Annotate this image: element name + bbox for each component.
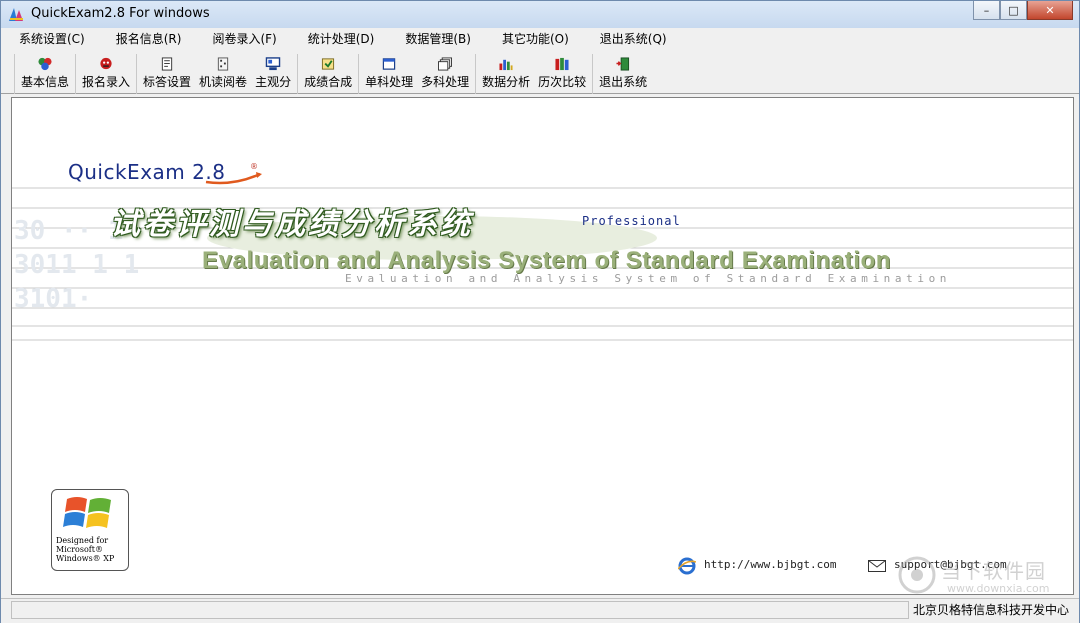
xp-badge-line3: Windows® XP <box>56 554 115 563</box>
books-compare-icon <box>555 57 569 71</box>
watermark-url: www.downxia.com <box>947 582 1050 595</box>
multi-subject-label: 多科处理 <box>421 75 470 89</box>
decorative-digits-2: 3011 1 1 <box>14 250 140 280</box>
xp-badge-line2: Microsoft® <box>56 545 103 554</box>
menu-grading-entry[interactable]: 阅卷录入(F) <box>194 28 289 51</box>
toolbar-group-exit: 退出系统 <box>592 54 653 94</box>
machine-grading-button[interactable]: 机读阅卷 <box>195 54 251 90</box>
menu-other-functions[interactable]: 其它功能(O) <box>484 28 582 51</box>
registration-icon <box>100 57 112 70</box>
menu-exit-system[interactable]: 退出系统(Q) <box>582 28 680 51</box>
app-logo-icon <box>9 8 23 21</box>
toolbar-group-processing: 单科处理 多科处理 <box>358 54 475 94</box>
window-title: QuickExam2.8 For windows <box>31 6 210 21</box>
multi-subject-icon <box>438 57 453 71</box>
menu-registration-info[interactable]: 报名信息(R) <box>98 28 195 51</box>
english-title: Evaluation and Analysis System of Standa… <box>202 247 892 274</box>
decorative-digits-3: 3101· <box>14 284 93 314</box>
watermark-name: 当下软件园 <box>941 559 1046 583</box>
title-bar[interactable]: QuickExam2.8 For windows – □ ✕ <box>1 1 1079 29</box>
maximize-button[interactable]: □ <box>1000 1 1027 20</box>
score-merge-label: 成绩合成 <box>304 75 353 89</box>
toolbar-group-registration: 报名录入 <box>75 54 136 94</box>
single-subject-button[interactable]: 单科处理 <box>361 54 417 90</box>
data-analysis-button[interactable]: 数据分析 <box>478 54 534 90</box>
windows-flag-icon <box>63 497 111 528</box>
machine-grading-icon <box>217 57 229 71</box>
single-subject-label: 单科处理 <box>365 75 414 89</box>
chinese-title: 试卷评测与成绩分析系统 <box>110 207 473 242</box>
subjective-score-icon <box>265 57 281 71</box>
xp-badge-line1: Designed for <box>56 536 109 545</box>
english-subtitle: Evaluation and Analysis System of Standa… <box>345 272 952 285</box>
bar-chart-icon <box>499 59 513 71</box>
exit-system-button[interactable]: 退出系统 <box>595 54 651 90</box>
registration-label: 报名录入 <box>82 75 131 89</box>
splash-panel: 30 ·· 1 3011 1 1 3101· QuickExam 2.8 ® 试… <box>11 97 1074 595</box>
internet-explorer-icon <box>678 557 696 575</box>
history-compare-button[interactable]: 历次比较 <box>534 54 590 90</box>
exit-system-label: 退出系统 <box>599 75 648 89</box>
machine-grading-label: 机读阅卷 <box>199 75 248 89</box>
brand-swoosh-icon <box>205 172 262 185</box>
basic-info-icon <box>38 57 52 71</box>
basic-info-button[interactable]: 基本信息 <box>17 54 73 90</box>
history-compare-label: 历次比较 <box>538 75 587 89</box>
subjective-score-label: 主观分 <box>255 75 292 89</box>
watermark-logo-icon <box>898 556 936 594</box>
toolbar: 基本信息 报名录入 标答设置 机读阅卷 主观分 成绩合成 单科处理 多科处理 数… <box>1 51 1079 94</box>
toolbar-group-grading: 标答设置 机读阅卷 主观分 <box>136 54 297 94</box>
toolbar-group-info: 基本信息 <box>14 54 75 94</box>
company-name: 北京贝格特信息科技开发中心 <box>912 603 1069 617</box>
close-button[interactable]: ✕ <box>1027 1 1073 20</box>
score-merge-icon <box>322 58 335 70</box>
menu-data-management[interactable]: 数据管理(B) <box>387 28 484 51</box>
toolbar-group-merge: 成绩合成 <box>297 54 358 94</box>
multi-subject-button[interactable]: 多科处理 <box>417 54 473 90</box>
xp-badge-text: Designed for Microsoft® Windows® XP <box>56 536 126 563</box>
data-analysis-label: 数据分析 <box>482 75 531 89</box>
main-window: QuickExam2.8 For windows – □ ✕ 系统设置(C) 报… <box>0 0 1080 623</box>
site-watermark: 当下软件园 www.downxia.com <box>897 553 1067 595</box>
toolbar-group-analysis: 数据分析 历次比较 <box>475 54 592 94</box>
status-message-panel <box>11 601 909 619</box>
answer-key-label: 标答设置 <box>143 75 192 89</box>
minimize-button[interactable]: – <box>973 1 1000 20</box>
menu-system-settings[interactable]: 系统设置(C) <box>1 28 98 51</box>
brand-logo-text: QuickExam 2.8 <box>68 160 226 184</box>
menu-statistics[interactable]: 统计处理(D) <box>290 28 388 51</box>
edition-label: Professional <box>582 214 681 228</box>
registration-button[interactable]: 报名录入 <box>78 54 134 90</box>
answer-key-icon <box>161 57 173 71</box>
registered-mark: ® <box>250 162 258 171</box>
decorative-digits-1: 30 ·· 1 <box>14 216 124 246</box>
basic-info-label: 基本信息 <box>21 75 70 89</box>
single-subject-icon <box>382 58 396 70</box>
status-bar: 北京贝格特信息科技开发中心 <box>1 598 1079 623</box>
website-link[interactable]: http://www.bjbgt.com <box>704 558 836 571</box>
window-controls: – □ ✕ <box>973 1 1073 21</box>
answer-key-button[interactable]: 标答设置 <box>139 54 195 90</box>
exit-door-icon <box>616 57 630 71</box>
windows-xp-badge: Designed for Microsoft® Windows® XP <box>51 489 129 571</box>
email-envelope-icon <box>868 560 886 572</box>
subjective-score-button[interactable]: 主观分 <box>251 54 295 90</box>
menu-bar: 系统设置(C) 报名信息(R) 阅卷录入(F) 统计处理(D) 数据管理(B) … <box>1 28 1079 51</box>
score-merge-button[interactable]: 成绩合成 <box>300 54 356 90</box>
